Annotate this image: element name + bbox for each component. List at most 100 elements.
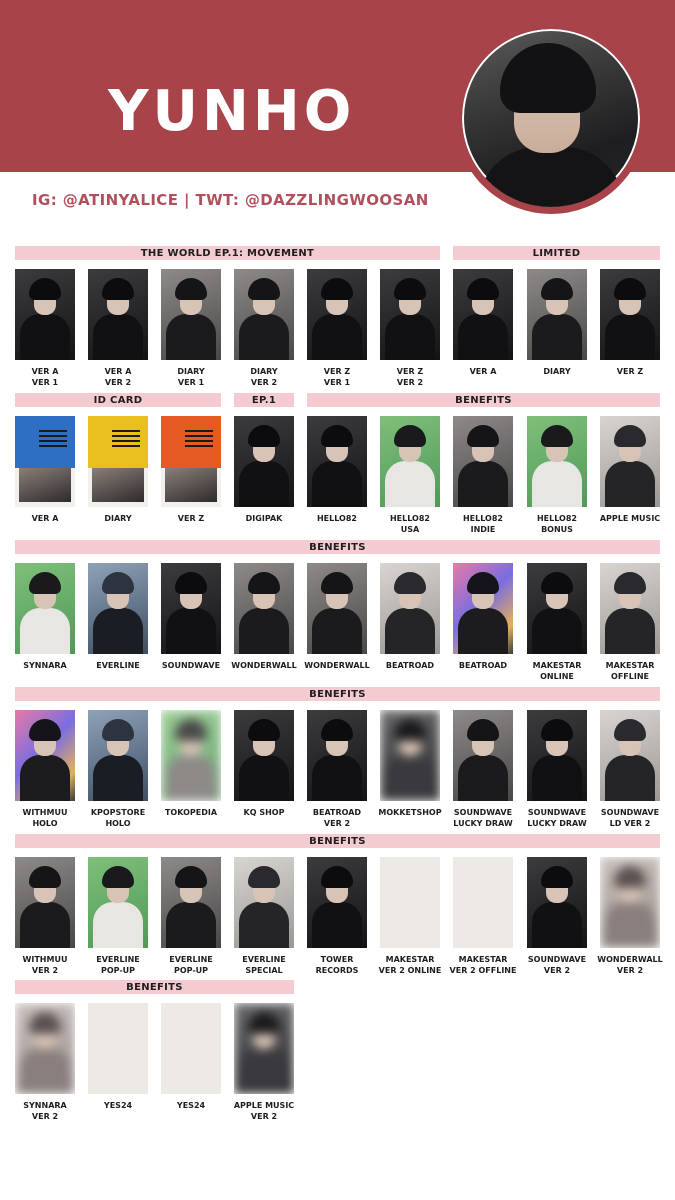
photocard[interactable] (453, 710, 513, 801)
photocard[interactable] (380, 710, 440, 801)
caption-line: VER 2 (250, 378, 278, 387)
photocard[interactable] (527, 563, 587, 654)
photocard-caption: WITHMUU VER 2 (5, 954, 85, 976)
avatar (455, 22, 647, 214)
photocard[interactable] (88, 416, 148, 507)
photocard[interactable] (161, 1003, 221, 1094)
photocard[interactable] (161, 269, 221, 360)
photocard[interactable] (380, 563, 440, 654)
photocard-caption: VER A (5, 513, 85, 524)
photocard[interactable] (453, 563, 513, 654)
photocard-image (600, 710, 660, 801)
photocard[interactable] (307, 563, 367, 654)
photocard[interactable] (161, 563, 221, 654)
photocard[interactable] (234, 269, 294, 360)
photocard[interactable] (600, 269, 660, 360)
photocard[interactable] (88, 710, 148, 801)
section-label: BENEFITS (15, 687, 660, 701)
caption-line: VER 2 OFFLINE (449, 966, 517, 975)
caption-line: BEATROAD (312, 808, 362, 817)
photocard-image (453, 416, 513, 507)
caption-line: BEATROAD (385, 661, 435, 670)
photocard-hair (394, 425, 426, 447)
photocard-hair (175, 278, 207, 300)
photocard-outfit (532, 314, 582, 360)
photocard-outfit (239, 755, 289, 801)
photocard[interactable] (161, 416, 221, 507)
photocard-caption: SYNNARA VER 2 (5, 1100, 85, 1122)
photocard[interactable] (380, 269, 440, 360)
photocard[interactable] (15, 710, 75, 801)
caption-line: DIGIPAK (245, 514, 283, 523)
photocard-caption: APPLE MUSIC (590, 513, 670, 524)
photocard[interactable] (600, 857, 660, 948)
photocard[interactable] (453, 416, 513, 507)
photocard[interactable] (527, 857, 587, 948)
caption-line: HELLO82 (536, 514, 577, 523)
photocard[interactable] (88, 269, 148, 360)
photocard-caption: VER A VER 2 (78, 366, 158, 388)
photocard[interactable] (15, 563, 75, 654)
photocard-hair (614, 278, 646, 300)
id-card-portrait (19, 468, 71, 502)
photocard-image (234, 1003, 294, 1094)
photocard-image (15, 710, 75, 801)
photocard[interactable] (307, 857, 367, 948)
photocard-caption: BEATROAD (443, 660, 523, 671)
photocard[interactable] (527, 269, 587, 360)
photocard[interactable] (453, 269, 513, 360)
photocard-caption: VER Z (151, 513, 231, 524)
photocard[interactable] (453, 857, 513, 948)
caption-line: TOKOPEDIA (164, 808, 218, 817)
photocard[interactable] (15, 269, 75, 360)
photocard[interactable] (234, 563, 294, 654)
caption-line: TOWER (320, 955, 354, 964)
photocard-outfit (20, 1048, 70, 1094)
photocard[interactable] (600, 416, 660, 507)
photocard[interactable] (600, 563, 660, 654)
photocard[interactable] (88, 563, 148, 654)
id-card-photo (88, 416, 148, 507)
photocard-outfit (605, 755, 655, 801)
photocard[interactable] (15, 416, 75, 507)
photocard-outfit (166, 755, 216, 801)
photocard[interactable] (161, 710, 221, 801)
photocard-caption: HELLO82 BONUS (517, 513, 597, 535)
photocard[interactable] (380, 416, 440, 507)
photocard[interactable] (234, 710, 294, 801)
photocard[interactable] (307, 416, 367, 507)
photocard-hair (321, 572, 353, 594)
caption-line: DIARY (177, 367, 205, 376)
photocard[interactable] (88, 857, 148, 948)
photocard-outfit (20, 608, 70, 654)
id-card-photo (15, 416, 75, 507)
photocard[interactable] (15, 1003, 75, 1094)
photocard[interactable] (88, 1003, 148, 1094)
photocard[interactable] (234, 857, 294, 948)
photocard[interactable] (527, 416, 587, 507)
caption-line: SOUNDWAVE (600, 808, 660, 817)
photocard-outfit (239, 461, 289, 507)
caption-line: VER 1 (31, 378, 59, 387)
photocard[interactable] (600, 710, 660, 801)
section-label: BENEFITS (307, 393, 660, 407)
photocard[interactable] (307, 269, 367, 360)
caption-line: KQ SHOP (243, 808, 285, 817)
photocard[interactable] (527, 710, 587, 801)
photocard-image (15, 857, 75, 948)
photocard[interactable] (15, 857, 75, 948)
photocard[interactable] (307, 710, 367, 801)
photocard-outfit (385, 314, 435, 360)
caption-line: KPOPSTORE (90, 808, 146, 817)
photocard[interactable] (234, 1003, 294, 1094)
photocard-hair (394, 719, 426, 741)
photocard-outfit (166, 902, 216, 948)
photocard-image (15, 269, 75, 360)
caption-line: MAKESTAR (532, 661, 582, 670)
caption-line: VER 2 (323, 819, 351, 828)
caption-line: VER 1 (323, 378, 351, 387)
photocard[interactable] (380, 857, 440, 948)
photocard[interactable] (161, 857, 221, 948)
photocard[interactable] (234, 416, 294, 507)
photocard-caption: YES24 (151, 1100, 231, 1111)
